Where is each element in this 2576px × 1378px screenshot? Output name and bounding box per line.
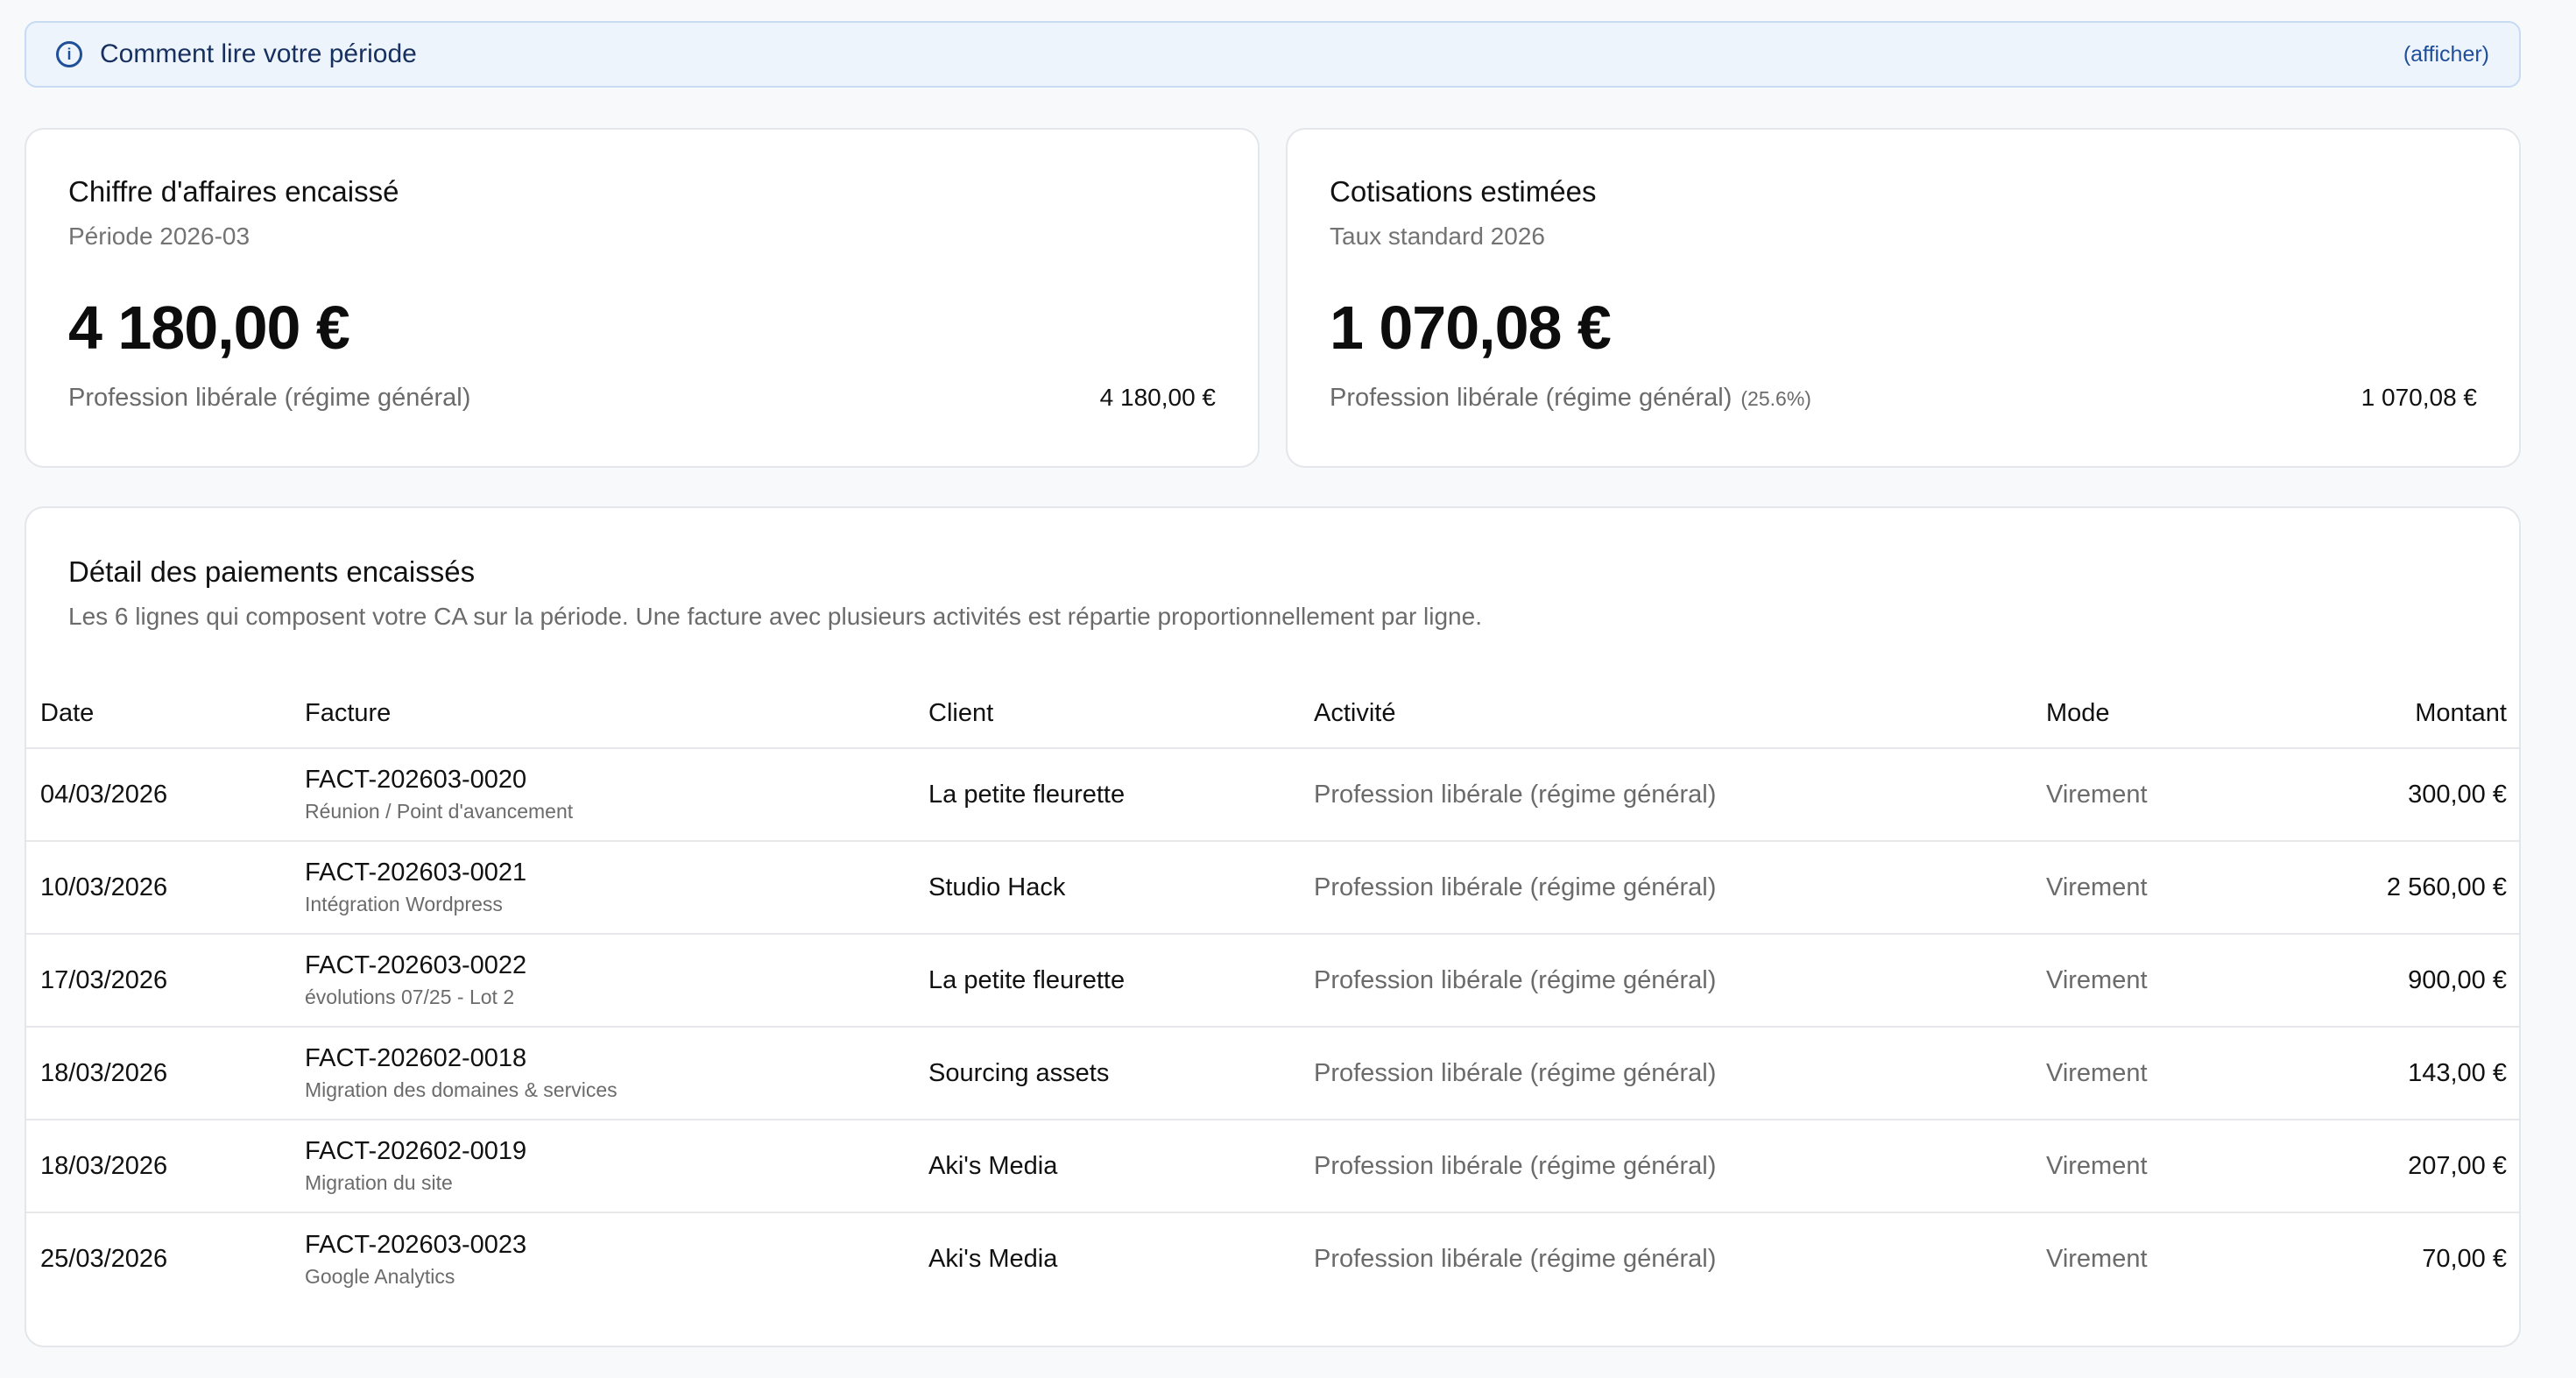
table-row: 18/03/2026 FACT-202602-0018 Migration de… — [26, 1027, 2519, 1120]
table-row: 10/03/2026 FACT-202603-0021 Intégration … — [26, 841, 2519, 935]
invoice-number: FACT-202603-0022 — [305, 951, 527, 979]
cell-invoice: FACT-202602-0019 Migration du site — [305, 1120, 928, 1213]
cell-client: Sourcing assets — [928, 1027, 1314, 1120]
contributions-total: 1 070,08 € — [1330, 293, 1612, 362]
cell-date: 04/03/2026 — [26, 748, 305, 842]
cell-client: Aki's Media — [928, 1245, 1058, 1273]
cell-amount: 207,00 € — [2309, 1120, 2519, 1213]
column-header-activity: Activité — [1314, 680, 2046, 749]
banner-title: Comment lire votre période — [100, 39, 417, 68]
cell-amount: 2 560,00 € — [2309, 841, 2519, 935]
card-title: Chiffre d'affaires encaissé — [68, 175, 399, 208]
table-row: 25/03/2026 FACT-202603-0023 Google Analy… — [26, 1212, 2519, 1305]
table-row: 17/03/2026 FACT-202603-0022 évolutions 0… — [26, 934, 2519, 1028]
cell-client: Aki's Media — [928, 1120, 1314, 1213]
cell-invoice: FACT-202603-0023 Google Analytics — [305, 1212, 928, 1305]
cell-activity: Profession libérale (régime général) — [1314, 1027, 2046, 1120]
page: i Comment lire votre période (afficher) … — [0, 0, 2576, 1378]
contributions-card: Cotisations estimées Taux standard 2026 … — [1286, 128, 2521, 468]
cell-date: 25/03/2026 — [40, 1245, 168, 1273]
cell-invoice: FACT-202603-0022 évolutions 07/25 - Lot … — [305, 934, 928, 1028]
breakdown-amount: 4 180,00 € — [1099, 384, 1216, 411]
invoice-number: FACT-202603-0023 — [305, 1230, 527, 1259]
cell-client: La petite fleurette — [928, 934, 1314, 1028]
cell-invoice: FACT-202602-0018 Migration des domaines … — [305, 1027, 928, 1120]
breakdown-amount: 1 070,08 € — [2361, 384, 2477, 411]
column-header-client: Client — [928, 680, 1314, 749]
cell-mode: Virement — [2046, 1245, 2148, 1273]
breakdown-label: Profession libérale (régime général) — [1330, 384, 1733, 412]
cell-mode: Virement — [2046, 748, 2309, 842]
cell-activity: Profession libérale (régime général) — [1314, 748, 2046, 842]
column-header-date: Date — [26, 680, 305, 749]
cell-mode: Virement — [2046, 934, 2309, 1028]
invoice-description: Intégration Wordpress — [305, 893, 503, 915]
cell-amount: 143,00 € — [2309, 1027, 2519, 1120]
invoice-number: FACT-202602-0019 — [305, 1137, 527, 1165]
invoice-description: Google Analytics — [305, 1264, 455, 1288]
revenue-breakdown-line: Profession libérale (régime général) 4 1… — [68, 384, 1216, 413]
column-header-amount: Montant — [2309, 680, 2519, 749]
cell-date: 10/03/2026 — [26, 841, 305, 935]
revenue-card: Chiffre d'affaires encaissé Période 2026… — [25, 128, 1260, 468]
table-row: 04/03/2026 FACT-202603-0020 Réunion / Po… — [26, 748, 2519, 842]
cell-client: La petite fleurette — [928, 748, 1314, 842]
cell-activity: Profession libérale (régime général) — [1314, 841, 2046, 935]
cell-mode: Virement — [2046, 841, 2309, 935]
cell-date: 18/03/2026 — [26, 1027, 305, 1120]
breakdown-label: Profession libérale (régime général) — [68, 384, 471, 412]
card-subtitle: Taux standard 2026 — [1330, 223, 1545, 250]
contributions-breakdown-line: Profession libérale (régime général) (25… — [1330, 384, 2477, 413]
cell-activity: Profession libérale (régime général) — [1314, 1245, 1717, 1273]
breakdown-rate: (25.6%) — [1740, 387, 1811, 410]
invoice-description: Migration des domaines & services — [305, 1078, 618, 1101]
payments-table: Date Facture Client Activité Mode Montan… — [26, 680, 2519, 1305]
info-banner[interactable]: i Comment lire votre période (afficher) — [25, 21, 2521, 88]
invoice-description: Réunion / Point d'avancement — [305, 800, 574, 823]
cell-amount: 900,00 € — [2309, 934, 2519, 1028]
cell-amount: 300,00 € — [2309, 748, 2519, 842]
cell-date: 18/03/2026 — [26, 1120, 305, 1213]
info-icon: i — [56, 41, 82, 67]
invoice-number: FACT-202603-0021 — [305, 859, 527, 887]
column-header-invoice: Facture — [305, 680, 928, 749]
cell-mode: Virement — [2046, 1120, 2309, 1213]
cell-activity: Profession libérale (régime général) — [1314, 934, 2046, 1028]
invoice-number: FACT-202603-0020 — [305, 766, 527, 794]
cell-mode: Virement — [2046, 1027, 2309, 1120]
cell-amount: 70,00 € — [2422, 1245, 2507, 1273]
invoice-description: évolutions 07/25 - Lot 2 — [305, 986, 515, 1008]
invoice-number: FACT-202602-0018 — [305, 1044, 527, 1072]
table-header-row: Date Facture Client Activité Mode Montan… — [26, 680, 2519, 749]
cell-invoice: FACT-202603-0021 Intégration Wordpress — [305, 841, 928, 935]
cell-activity: Profession libérale (régime général) — [1314, 1120, 2046, 1213]
card-title: Cotisations estimées — [1330, 175, 1597, 208]
cell-client: Studio Hack — [928, 841, 1314, 935]
card-title: Détail des paiements encaissés — [68, 555, 476, 588]
card-description: Les 6 lignes qui composent votre CA sur … — [68, 603, 1482, 630]
column-header-mode: Mode — [2046, 680, 2309, 749]
payments-detail-card: Détail des paiements encaissés Les 6 lig… — [25, 506, 2521, 1347]
cell-invoice: FACT-202603-0020 Réunion / Point d'avanc… — [305, 748, 928, 842]
banner-toggle-link[interactable]: (afficher) — [2403, 42, 2489, 67]
table-row: 18/03/2026 FACT-202602-0019 Migration du… — [26, 1120, 2519, 1213]
revenue-total: 4 180,00 € — [68, 293, 350, 362]
invoice-description: Migration du site — [305, 1171, 453, 1194]
cell-date: 17/03/2026 — [26, 934, 305, 1028]
card-subtitle: Période 2026-03 — [68, 223, 251, 250]
